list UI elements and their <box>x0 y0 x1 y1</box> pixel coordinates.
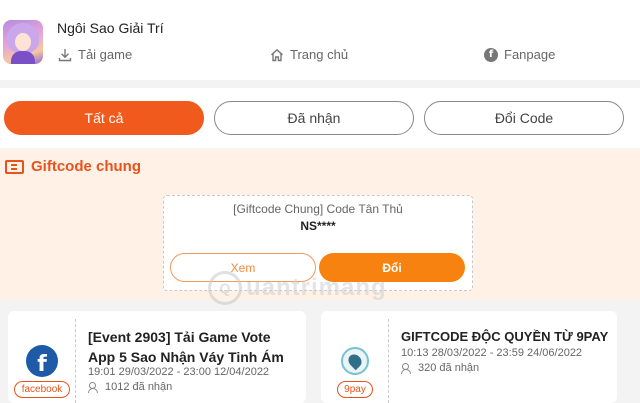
home-icon <box>271 48 283 61</box>
download-icon <box>58 48 72 61</box>
tab-redeem-code[interactable]: Đổi Code <box>424 101 624 135</box>
event-count: 320 đã nhận <box>401 362 479 374</box>
filter-tabs: Tất cả Đã nhận Đổi Code <box>0 88 640 148</box>
watermark-mark: Q <box>208 271 242 305</box>
card-divider <box>388 319 389 403</box>
ticket-icon <box>5 159 24 174</box>
giftcode-title: [Giftcode Chung] Code Tân Thủ <box>233 202 403 216</box>
app-header: Ngôi Sao Giải Trí Tải game Trang chủ f F… <box>0 0 640 80</box>
home-label: Trang chủ <box>290 47 349 62</box>
watermark-text: uantrimang <box>246 274 387 301</box>
source-tag: facebook <box>14 381 70 398</box>
event-card-9pay[interactable]: 9pay GIFTCODE ĐỘC QUYỀN TỪ 9PAY 10:13 28… <box>321 311 617 403</box>
app-avatar-icon[interactable] <box>3 20 43 64</box>
9pay-logo-icon <box>341 347 369 375</box>
card-logo-area: 9pay <box>321 311 389 403</box>
event-date: 10:13 28/03/2022 - 23:59 24/06/2022 <box>401 347 583 359</box>
download-label: Tải game <box>78 47 133 62</box>
event-count-label: 1012 đã nhận <box>105 381 173 393</box>
home-link[interactable]: Trang chủ <box>270 47 348 62</box>
event-title: GIFTCODE ĐỘC QUYỀN TỪ 9PAY <box>401 329 609 344</box>
card-logo-area: f facebook <box>8 311 76 403</box>
source-tag: 9pay <box>337 381 373 398</box>
event-date: 19:01 29/03/2022 - 23:00 12/04/2022 <box>88 366 270 378</box>
card-divider <box>75 319 76 403</box>
avatar-face <box>15 33 31 51</box>
watermark-logo: Q uantrimang <box>208 271 387 305</box>
event-count: 1012 đã nhận <box>88 381 172 393</box>
fanpage-label: Fanpage <box>504 47 556 62</box>
facebook-logo-icon: f <box>26 345 58 377</box>
people-icon <box>401 363 413 374</box>
giftcode-value: NS**** <box>300 219 336 233</box>
avatar-dress <box>11 51 35 64</box>
event-count-label: 320 đã nhận <box>418 362 480 374</box>
tab-received[interactable]: Đã nhận <box>214 101 414 135</box>
event-title: [Event 2903] Tải Game Vote App 5 Sao Nhậ… <box>88 329 284 365</box>
facebook-icon: f <box>484 47 498 62</box>
app-title: Ngôi Sao Giải Trí <box>57 20 164 36</box>
tab-all[interactable]: Tất cả <box>4 101 204 135</box>
fanpage-link[interactable]: f Fanpage <box>484 47 555 62</box>
section-header: Giftcode chung <box>5 158 141 175</box>
people-icon <box>88 382 100 393</box>
download-link[interactable]: Tải game <box>58 47 132 62</box>
event-card-facebook[interactable]: f facebook [Event 2903] Tải Game Vote Ap… <box>8 311 306 403</box>
section-title: Giftcode chung <box>31 158 141 175</box>
